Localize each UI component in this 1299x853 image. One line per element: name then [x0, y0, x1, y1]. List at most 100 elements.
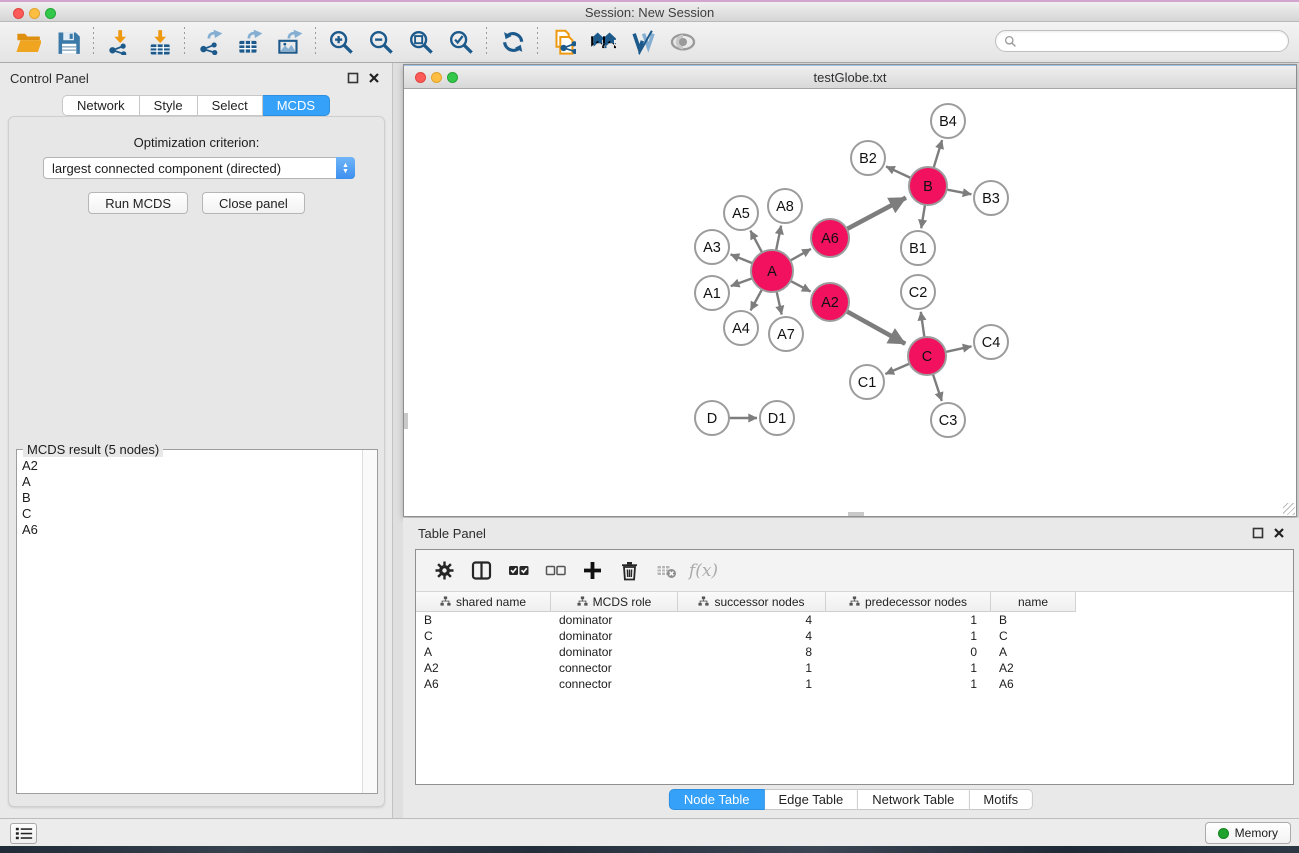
close-panel-button[interactable]: Close panel — [202, 192, 305, 214]
edge-A-A4[interactable] — [751, 289, 762, 310]
edge-C-C1[interactable] — [885, 364, 909, 374]
result-scrollbar[interactable] — [362, 450, 377, 793]
edge-C-C3[interactable] — [933, 374, 942, 401]
table-row[interactable]: Adominator80A — [416, 644, 1293, 660]
tab-style[interactable]: Style — [140, 95, 198, 116]
show-details-eye-icon[interactable] — [663, 25, 703, 59]
vizmapper-icon[interactable] — [623, 25, 663, 59]
edge-C-C4[interactable] — [946, 346, 972, 352]
deselect-all-icon[interactable] — [537, 555, 574, 587]
float-panel-icon[interactable] — [347, 72, 359, 84]
node-D1[interactable]: D1 — [760, 401, 794, 435]
zoom-in-icon[interactable] — [321, 25, 361, 59]
node-C[interactable]: C — [908, 337, 946, 375]
column-header-successor-nodes[interactable]: successor nodes — [678, 592, 826, 612]
criterion-dropdown[interactable]: largest connected component (directed) ▲… — [43, 157, 355, 179]
memory-button[interactable]: Memory — [1205, 822, 1291, 844]
refresh-icon[interactable] — [492, 25, 532, 59]
node-A5[interactable]: A5 — [724, 196, 758, 230]
save-session-icon[interactable] — [48, 25, 88, 59]
edge-A-A2[interactable] — [791, 281, 811, 292]
export-table-icon[interactable] — [230, 25, 270, 59]
float-table-panel-icon[interactable] — [1252, 527, 1264, 539]
edge-A-A6[interactable] — [790, 249, 811, 261]
node-C1[interactable]: C1 — [850, 365, 884, 399]
node-A7[interactable]: A7 — [769, 317, 803, 351]
edge-A-A3[interactable] — [731, 254, 753, 263]
close-table-panel-icon[interactable] — [1273, 527, 1285, 539]
network-canvas[interactable]: B4 B2 B B3 A8 A5 A6 A3 B1 A A1 C2 A2 A4 A7 C4 C C1 D D1 C3 — [404, 89, 1296, 516]
node-C3[interactable]: C3 — [931, 403, 965, 437]
node-A3[interactable]: A3 — [695, 230, 729, 264]
tab-select[interactable]: Select — [198, 95, 263, 116]
import-network-icon[interactable] — [99, 25, 139, 59]
home-view-icon[interactable] — [583, 25, 623, 59]
select-all-icon[interactable] — [500, 555, 537, 587]
column-header-shared-name[interactable]: shared name — [416, 592, 551, 612]
result-item[interactable]: B — [22, 490, 357, 506]
result-item[interactable]: C — [22, 506, 357, 522]
toggle-column-panel-icon[interactable] — [463, 555, 500, 587]
node-B2[interactable]: B2 — [851, 141, 885, 175]
edge-B-B4[interactable] — [934, 140, 943, 168]
tab-motifs[interactable]: Motifs — [969, 789, 1033, 810]
result-item[interactable]: A — [22, 474, 357, 490]
edge-A-A7[interactable] — [777, 292, 782, 315]
tab-mcds[interactable]: MCDS — [263, 95, 330, 116]
table-row[interactable]: Cdominator41C — [416, 628, 1293, 644]
tab-edge-table[interactable]: Edge Table — [764, 789, 858, 810]
canvas-vscroll-nub[interactable] — [404, 413, 408, 429]
open-file-icon[interactable] — [8, 25, 48, 59]
search-input[interactable] — [1021, 34, 1280, 48]
export-network-icon[interactable] — [190, 25, 230, 59]
import-table-icon[interactable] — [139, 25, 179, 59]
edge-B-B2[interactable] — [886, 167, 911, 179]
result-item[interactable]: A6 — [22, 522, 357, 538]
node-C2[interactable]: C2 — [901, 275, 935, 309]
edge-A-A1[interactable] — [731, 278, 753, 286]
network-window-titlebar[interactable]: testGlobe.txt — [404, 65, 1296, 89]
node-B4[interactable]: B4 — [931, 104, 965, 138]
result-item[interactable]: A2 — [22, 458, 357, 474]
canvas-hscroll-nub[interactable] — [848, 512, 864, 516]
delete-column-icon[interactable] — [611, 555, 648, 587]
tab-network-table[interactable]: Network Table — [858, 789, 969, 810]
export-image-icon[interactable] — [270, 25, 310, 59]
table-row[interactable]: A6connector11A6 — [416, 676, 1293, 692]
node-A2[interactable]: A2 — [811, 283, 849, 321]
edge-A2-C[interactable] — [847, 311, 906, 344]
column-header-MCDS-role[interactable]: MCDS role — [551, 592, 678, 612]
edge-B-B1[interactable] — [921, 205, 925, 229]
run-mcds-button[interactable]: Run MCDS — [88, 192, 188, 214]
tab-network[interactable]: Network — [62, 95, 140, 116]
task-history-button[interactable] — [10, 823, 37, 844]
zoom-selected-icon[interactable] — [441, 25, 481, 59]
edge-A6-B[interactable] — [847, 198, 906, 229]
node-A[interactable]: A — [751, 250, 793, 292]
search-field[interactable] — [995, 30, 1289, 52]
node-D[interactable]: D — [695, 401, 729, 435]
edge-B-B3[interactable] — [947, 190, 972, 195]
column-header-predecessor-nodes[interactable]: predecessor nodes — [826, 592, 991, 612]
table-row[interactable]: A2connector11A2 — [416, 660, 1293, 676]
close-panel-icon[interactable] — [368, 72, 380, 84]
node-A8[interactable]: A8 — [768, 189, 802, 223]
node-C4[interactable]: C4 — [974, 325, 1008, 359]
node-B[interactable]: B — [909, 167, 947, 205]
zoom-fit-icon[interactable] — [401, 25, 441, 59]
settings-gear-icon[interactable] — [426, 555, 463, 587]
add-column-icon[interactable] — [574, 555, 611, 587]
edge-A-A5[interactable] — [750, 231, 762, 253]
window-resize-grip[interactable] — [1283, 503, 1295, 515]
column-header-name[interactable]: name — [991, 592, 1076, 612]
node-B1[interactable]: B1 — [901, 231, 935, 265]
edge-A-A8[interactable] — [776, 226, 781, 251]
node-A1[interactable]: A1 — [695, 276, 729, 310]
node-B3[interactable]: B3 — [974, 181, 1008, 215]
duplicate-network-icon[interactable] — [543, 25, 583, 59]
tab-node-table[interactable]: Node Table — [669, 789, 765, 810]
table-row[interactable]: Bdominator41B — [416, 612, 1293, 628]
node-A4[interactable]: A4 — [724, 311, 758, 345]
mcds-result-list[interactable]: A2ABCA6 — [18, 456, 361, 792]
node-A6[interactable]: A6 — [811, 219, 849, 257]
